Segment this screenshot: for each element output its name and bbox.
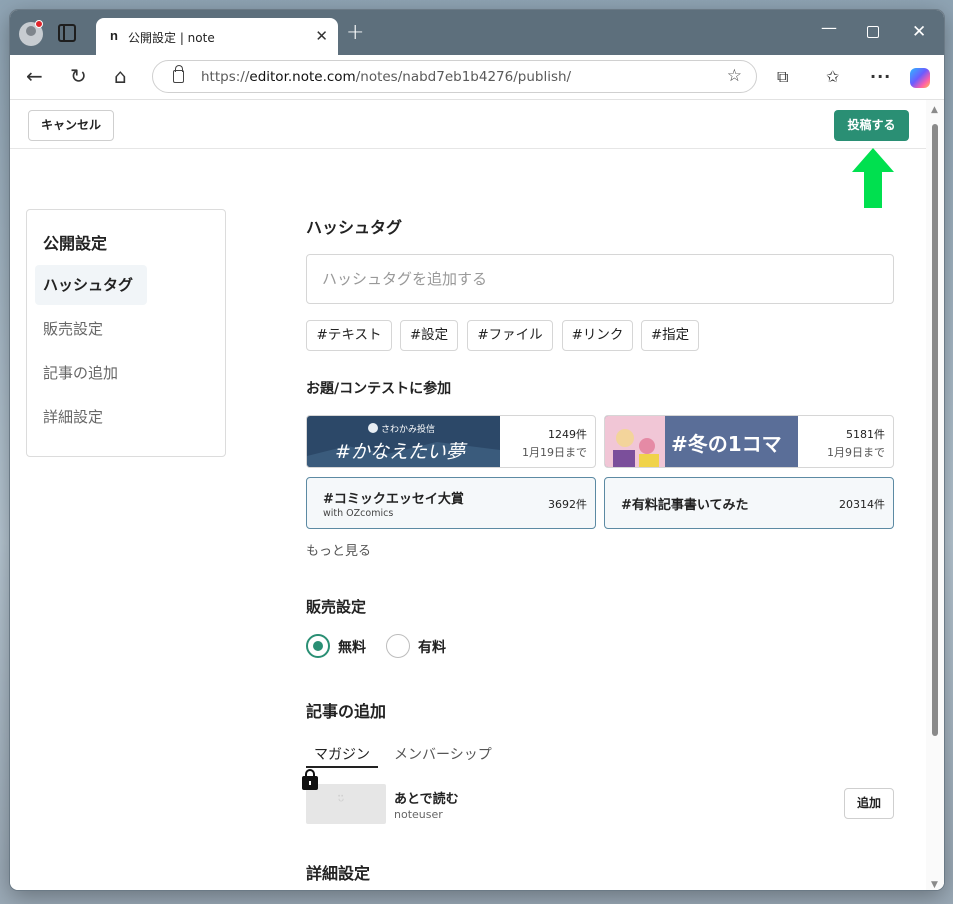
address-bar[interactable]: https://editor.note.com/notes/nabd7eb1b4… [152, 60, 757, 93]
cancel-button[interactable]: キャンセル [28, 110, 114, 141]
minimize-icon[interactable]: — [821, 18, 837, 37]
hashtag-chip[interactable]: #ファイル [467, 320, 553, 351]
url-text[interactable]: https://editor.note.com/notes/nabd7eb1b4… [201, 69, 571, 85]
window-close-icon[interactable]: ✕ [912, 22, 926, 42]
details-section-title: 詳細設定 [306, 864, 371, 883]
contest-deadline: 1月9日まで [827, 446, 885, 459]
close-icon[interactable]: ✕ [315, 27, 328, 45]
copilot-icon[interactable] [910, 68, 930, 88]
browser-tab[interactable]: n 公開設定 | note ✕ [96, 18, 338, 55]
new-tab-icon[interactable]: + [346, 20, 364, 45]
lock-icon [302, 769, 318, 790]
contest-sub: with OZcomics [323, 508, 394, 519]
hashtag-section-title: ハッシュタグ [306, 218, 403, 237]
contest-section-title: お題/コンテストに参加 [306, 381, 452, 397]
contest-banner: #冬の1コマ [605, 416, 798, 467]
more-link[interactable]: もっと見る [306, 540, 371, 559]
contest-card[interactable]: さわかみ投信 #かなえたい夢 1249件 1月19日まで [306, 415, 596, 468]
note-favicon-icon: n [110, 28, 118, 43]
contest-name: #コミックエッセイ大賞 [323, 492, 464, 507]
add-article-section-title: 記事の追加 [306, 702, 387, 721]
reload-icon[interactable]: ↻ [70, 66, 87, 86]
radio-paid-label: 有料 [418, 640, 446, 656]
tab-underline [306, 766, 378, 768]
contest-count: 1249件 [548, 428, 587, 441]
magazine-title: あとで読む [394, 792, 459, 807]
hashtag-chip[interactable]: #リンク [562, 320, 633, 351]
add-button[interactable]: 追加 [844, 788, 894, 819]
lock-icon[interactable] [173, 65, 184, 83]
tab-title: 公開設定 | note [128, 31, 215, 45]
banner-small-text: さわかみ投信 [381, 423, 435, 434]
sidenav-item-sales[interactable]: 販売設定 [35, 309, 147, 349]
contest-count: 3692件 [548, 498, 587, 511]
contest-count: 20314件 [839, 498, 885, 511]
scrollbar[interactable]: ▲ ▼ [926, 100, 944, 890]
magazine-thumbnail [306, 784, 386, 824]
extensions-icon[interactable]: ⧉ [777, 67, 788, 87]
contest-card[interactable]: #コミックエッセイ大賞 with OZcomics 3692件 [306, 477, 596, 529]
favorites-icon[interactable]: ✩ [826, 67, 839, 87]
hashtag-chip[interactable]: #設定 [400, 320, 458, 351]
radio-paid[interactable] [386, 634, 410, 658]
sidenav-title: 公開設定 [43, 234, 108, 253]
contest-card[interactable]: #冬の1コマ 5181件 1月9日まで [604, 415, 894, 468]
maximize-icon[interactable] [867, 26, 879, 38]
title-bar: n 公開設定 | note ✕ + — ✕ [10, 10, 944, 55]
hashtag-chip[interactable]: #テキスト [306, 320, 392, 351]
banner-text: #冬の1コマ [671, 432, 782, 456]
magazine-user: noteuser [394, 808, 443, 821]
sidenav-item-add-article[interactable]: 記事の追加 [35, 353, 147, 393]
back-icon[interactable]: ← [26, 66, 43, 86]
tab-membership[interactable]: メンバーシップ [394, 744, 492, 764]
contest-deadline: 1月19日まで [522, 446, 587, 459]
radio-free-label: 無料 [338, 640, 366, 656]
sidenav-item-hashtag[interactable]: ハッシュタグ [35, 265, 147, 305]
settings-main: ハッシュタグ ハッシュタグを追加する #テキスト #設定 #ファイル #リンク … [302, 100, 896, 890]
contest-name: #有料記事書いてみた [621, 498, 749, 513]
sales-section-title: 販売設定 [306, 598, 367, 616]
page-content: キャンセル 投稿する ▲ ▼ 公開設定 ハッシュタグ 販売設定 記事の追加 詳細… [10, 100, 944, 890]
tab-magazine[interactable]: マガジン [314, 744, 370, 764]
contest-card[interactable]: #有料記事書いてみた 20314件 [604, 477, 894, 529]
contest-banner: さわかみ投信 #かなえたい夢 [307, 416, 500, 467]
radio-free[interactable] [306, 634, 330, 658]
scroll-down-icon[interactable]: ▼ [931, 880, 938, 890]
browser-window: n 公開設定 | note ✕ + — ✕ ← ↻ ⌂ https://edit… [10, 10, 944, 890]
hashtag-input[interactable]: ハッシュタグを追加する [306, 254, 894, 304]
contest-count: 5181件 [846, 428, 885, 441]
home-icon[interactable]: ⌂ [114, 66, 127, 86]
settings-sidenav: 公開設定 ハッシュタグ 販売設定 記事の追加 詳細設定 [26, 209, 226, 457]
scrollbar-thumb[interactable] [932, 124, 938, 736]
tab-actions-icon[interactable] [58, 24, 76, 42]
sidenav-item-details[interactable]: 詳細設定 [35, 397, 147, 437]
browser-toolbar: ← ↻ ⌂ https://editor.note.com/notes/nabd… [10, 55, 944, 100]
notification-dot [35, 20, 43, 28]
more-icon[interactable]: ··· [870, 67, 891, 87]
hashtag-chip[interactable]: #指定 [641, 320, 699, 351]
scroll-up-icon[interactable]: ▲ [931, 105, 938, 115]
banner-text: #かなえたい夢 [335, 441, 468, 463]
star-icon[interactable]: ☆ [727, 66, 742, 86]
